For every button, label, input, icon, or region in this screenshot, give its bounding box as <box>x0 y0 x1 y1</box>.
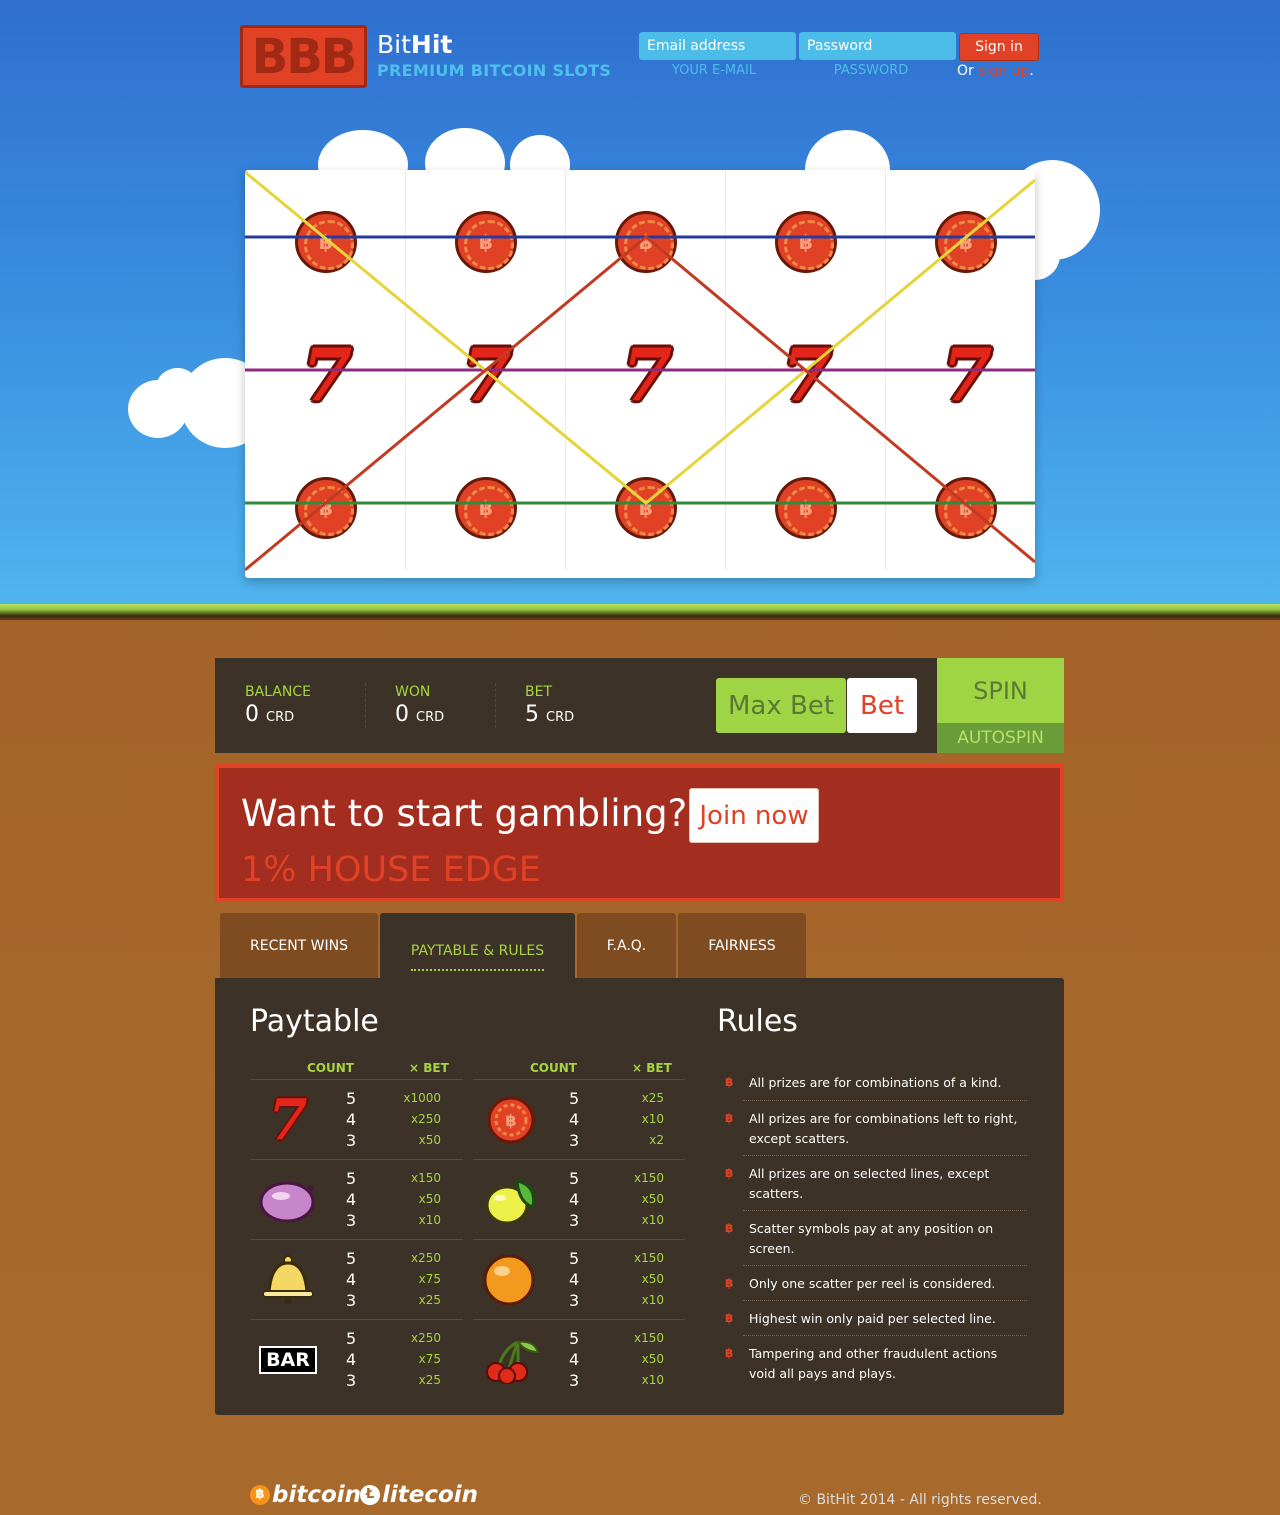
sign-up-link[interactable]: sign up <box>978 63 1029 79</box>
max-bet-button[interactable]: Max Bet <box>716 678 846 733</box>
count-values: 543 <box>346 1329 357 1390</box>
promo-banner: Want to start gambling? Join now 1% HOUS… <box>215 764 1064 902</box>
tab-fairness[interactable]: FAIRNESS <box>678 913 806 978</box>
control-bar: BALANCE 0 CRD WON 0 CRD BET 5 CRD Max Be… <box>215 658 1064 753</box>
rule-item: ฿ Scatter symbols pay at any position on … <box>725 1210 1027 1267</box>
site-logo[interactable]: BBB <box>240 25 367 88</box>
bitcoin-bullet-icon: ฿ <box>725 1311 734 1325</box>
count-values: 543 <box>569 1329 580 1390</box>
multiplier-values: x150 x50 x10 <box>410 1171 441 1227</box>
tab-faq[interactable]: F.A.Q. <box>577 913 676 978</box>
slot-reels: ฿ ฿ ฿ ฿ ฿ 7 7 7 7 7 ฿ ฿ ฿ ฿ ฿ <box>245 170 1035 578</box>
multiplier-values: x25 x10 x2 <box>641 1091 664 1147</box>
payline-inverted-v <box>245 235 1035 572</box>
paytable-row: 543 x150 x50 x10 <box>473 1159 685 1239</box>
spin-button[interactable]: SPIN <box>937 658 1064 723</box>
paytable-row: 543 x250 x75 x25 <box>250 1239 463 1319</box>
email-field[interactable] <box>639 32 796 60</box>
bet-value: 5 <box>525 702 539 727</box>
brand-name: BitHit <box>377 30 453 59</box>
tagline: PREMIUM BITCOIN SLOTS <box>377 61 612 80</box>
count-header: COUNT <box>307 1061 354 1075</box>
rule-item: ฿ All prizes are on selected lines, excep… <box>725 1155 1027 1212</box>
house-edge-text: 1% HOUSE EDGE <box>241 850 541 890</box>
password-field[interactable] <box>799 32 956 60</box>
autospin-button[interactable]: AUTOSPIN <box>937 723 1064 753</box>
multiplier-values: x150 x50 x10 <box>633 1251 664 1307</box>
bitcoin-bullet-icon: ฿ <box>725 1111 734 1125</box>
rules-title: Rules <box>717 1004 798 1039</box>
count-header: COUNT <box>530 1061 577 1075</box>
bitcoin-chip-icon: ฿ <box>481 1090 541 1150</box>
paytable-row: 543 x150 x50 x10 <box>473 1319 685 1399</box>
bell-icon <box>258 1250 318 1310</box>
balance-value: 0 <box>245 702 259 727</box>
count-values: 543 <box>569 1169 580 1230</box>
rule-item: ฿ All prizes are for combinations of a ki… <box>725 1065 1027 1101</box>
bitcoin-icon: ฿ <box>250 1485 270 1505</box>
email-label: YOUR E-MAIL <box>671 63 757 78</box>
join-now-button[interactable]: Join now <box>689 788 819 843</box>
lemon-icon <box>481 1170 541 1230</box>
bitcoin-bullet-icon: ฿ <box>725 1166 734 1180</box>
paytable-title: Paytable <box>250 1004 379 1039</box>
paytable-row: ฿ 543 x25 x10 x2 <box>473 1079 685 1159</box>
rule-item: ฿ Tampering and other fraudulent actions … <box>725 1335 1027 1392</box>
rule-item: ฿ Only one scatter per reel is considered… <box>725 1265 1027 1302</box>
multiplier-values: x150 x50 x10 <box>633 1331 664 1387</box>
count-values: 543 <box>346 1249 357 1310</box>
paytable-row: 543 x150 x50 x10 <box>473 1239 685 1319</box>
count-values: 543 <box>569 1089 580 1150</box>
count-values: 543 <box>346 1169 357 1230</box>
bitcoin-bullet-icon: ฿ <box>725 1075 734 1089</box>
cherries-icon <box>481 1330 541 1390</box>
bitcoin-logo[interactable]: ฿ bitcoin <box>250 1482 361 1508</box>
count-values: 543 <box>569 1249 580 1310</box>
divider <box>495 683 496 728</box>
signup-prompt: Or sign up. <box>957 63 1034 79</box>
bar-icon: BAR <box>258 1330 318 1390</box>
multiplier-values: x250 x75 x25 <box>410 1331 441 1387</box>
bet-header: × BET <box>632 1061 672 1075</box>
won-value: 0 <box>395 702 409 727</box>
plum-icon <box>258 1170 318 1230</box>
bitcoin-bullet-icon: ฿ <box>725 1346 734 1360</box>
seven-icon: 7 <box>268 1087 308 1153</box>
multiplier-values: x1000 x250 x50 <box>403 1091 441 1147</box>
svg-text:฿: ฿ <box>505 1111 516 1130</box>
multiplier-values: x150 x50 x10 <box>633 1171 664 1227</box>
balance-stat: BALANCE 0 CRD <box>245 684 311 727</box>
sign-in-button[interactable]: Sign in <box>959 33 1039 61</box>
paytable-panel: Paytable Rules COUNT × BET COUNT × BET 7… <box>215 978 1064 1415</box>
banner-headline: Want to start gambling? <box>241 792 688 835</box>
bet-stat: BET 5 CRD <box>525 684 575 727</box>
bitcoin-bullet-icon: ฿ <box>725 1276 734 1290</box>
won-stat: WON 0 CRD <box>395 684 445 727</box>
litecoin-icon: Ł <box>360 1485 380 1505</box>
rule-item: ฿ Highest win only paid per selected line… <box>725 1300 1027 1337</box>
orange-icon <box>481 1250 541 1310</box>
bitcoin-bullet-icon: ฿ <box>725 1221 734 1235</box>
grass-strip <box>0 604 1280 620</box>
paytable-row: 7 543 x1000 x250 x50 <box>250 1079 463 1159</box>
bet-button[interactable]: Bet <box>847 678 917 733</box>
paytable-row: BAR 543 x250 x75 x25 <box>250 1319 463 1399</box>
divider <box>365 683 366 728</box>
payline-v <box>245 170 1035 505</box>
multiplier-values: x250 x75 x25 <box>410 1251 441 1307</box>
litecoin-logo[interactable]: Łlitecoin <box>360 1482 478 1508</box>
count-values: 543 <box>346 1089 357 1150</box>
rule-item: ฿ All prizes are for combinations left to… <box>725 1100 1027 1157</box>
logo-text: BBB <box>251 28 358 85</box>
paylines <box>245 170 1035 572</box>
copyright: © BitHit 2014 - All rights reserved. <box>798 1492 1042 1508</box>
tab-recent-wins[interactable]: RECENT WINS <box>220 913 378 978</box>
password-label: PASSWORD <box>833 63 909 78</box>
bet-header: × BET <box>409 1061 449 1075</box>
paytable-row: 543 x150 x50 x10 <box>250 1159 463 1239</box>
tab-paytable-rules[interactable]: PAYTABLE & RULES <box>380 913 575 978</box>
